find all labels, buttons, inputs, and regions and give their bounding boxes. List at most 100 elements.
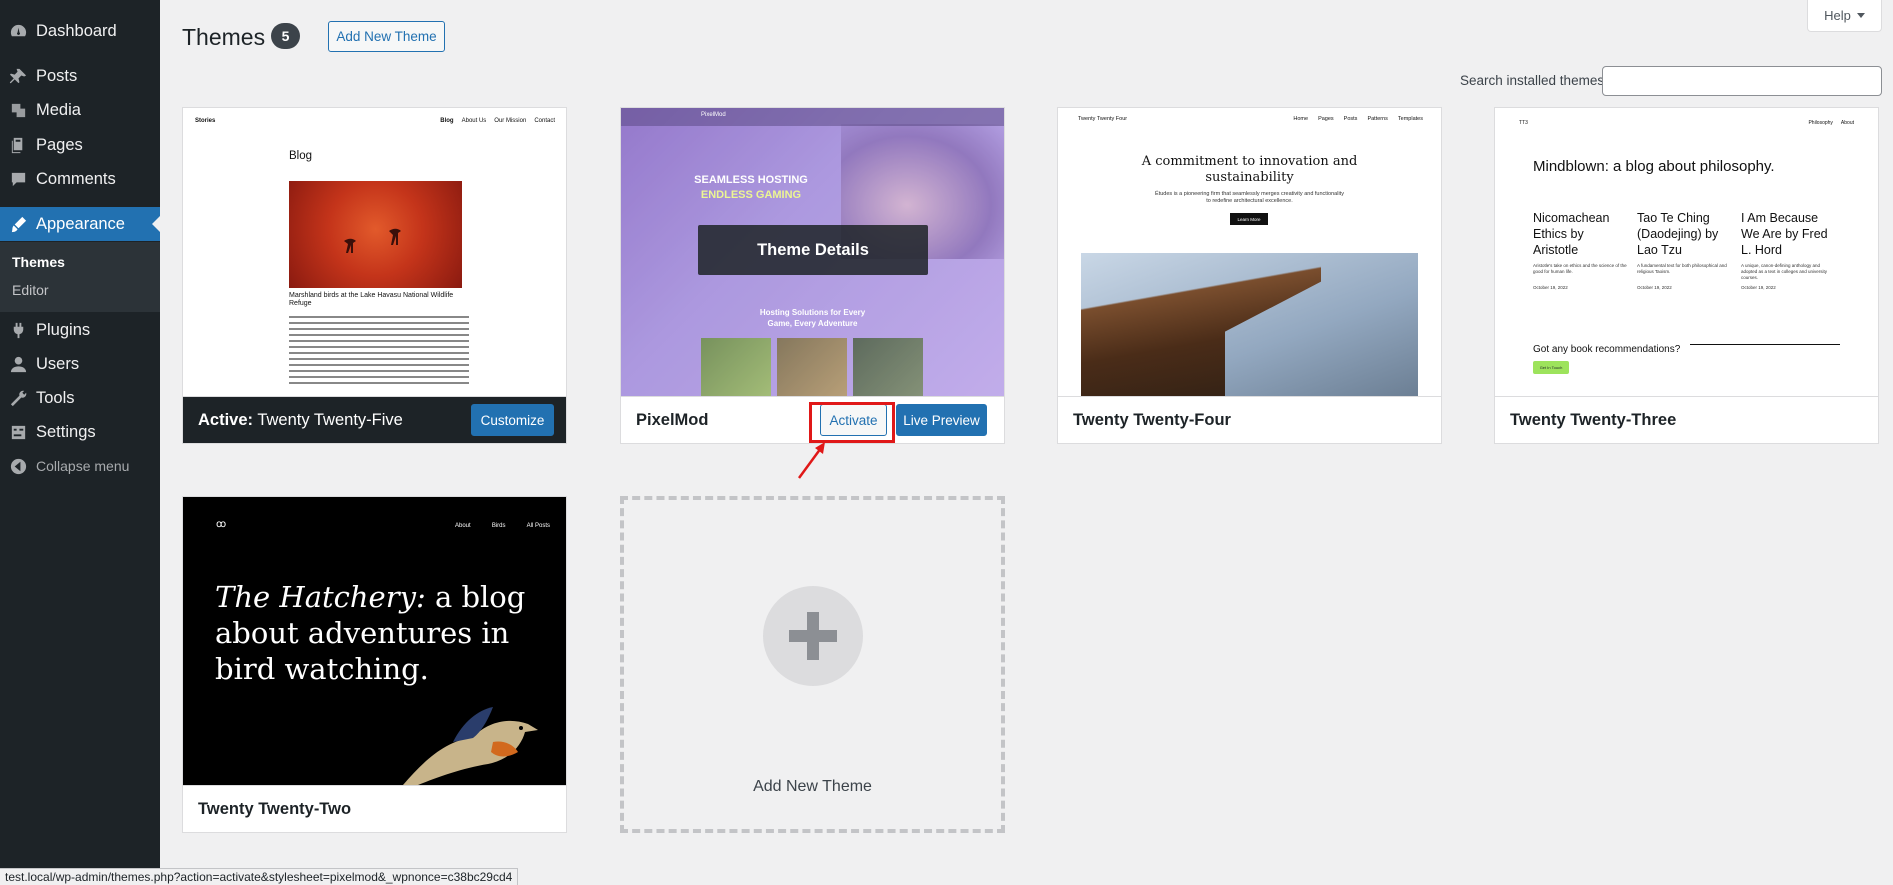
sidebar-item-label: Plugins bbox=[36, 320, 91, 339]
theme-screenshot[interactable]: PixelMod SEAMLESS HOSTING ENDLESS GAMING… bbox=[621, 108, 1004, 396]
sidebar-item-plugins[interactable]: Plugins bbox=[0, 313, 160, 347]
sidebar-item-tools[interactable]: Tools bbox=[0, 381, 160, 415]
theme-screenshot[interactable]: Stories Blog About Us Our Mission Contac… bbox=[183, 108, 566, 396]
theme-name: Active: Twenty Twenty-Five bbox=[198, 411, 403, 430]
add-new-theme-button[interactable]: Add New Theme bbox=[328, 21, 445, 52]
user-icon bbox=[8, 354, 28, 374]
bird-illustration-icon bbox=[403, 707, 538, 785]
preview-subtext: Études is a pioneering firm that seamles… bbox=[1155, 191, 1344, 204]
preview-nav-item: Patterns bbox=[1367, 116, 1388, 122]
preview-learn-more-button: Learn More bbox=[1230, 213, 1268, 225]
preview-building-photo bbox=[1081, 253, 1418, 396]
theme-name: Twenty Twenty-Three bbox=[1510, 410, 1677, 429]
preview-nav-item: About bbox=[455, 523, 471, 529]
pin-icon bbox=[8, 66, 28, 86]
preview-post-date: October 19, 2022 bbox=[1533, 285, 1568, 290]
preview-post-date: October 19, 2022 bbox=[1741, 285, 1776, 290]
brush-icon bbox=[8, 214, 28, 234]
settings-icon bbox=[8, 422, 28, 442]
sidebar-item-settings[interactable]: Settings bbox=[0, 415, 160, 449]
preview-bird-photo bbox=[289, 181, 462, 288]
wrench-icon bbox=[8, 388, 28, 408]
theme-name-text: Twenty Twenty-Five bbox=[257, 410, 403, 429]
sidebar-item-dashboard[interactable]: Dashboard bbox=[0, 14, 160, 48]
search-themes-input[interactable] bbox=[1602, 66, 1882, 96]
preview-post-excerpt: A fundamental text for both philosophica… bbox=[1637, 263, 1727, 274]
preview-nav-item: Pages bbox=[1318, 116, 1334, 122]
help-button[interactable]: Help bbox=[1807, 0, 1882, 32]
preview-headline: A commitment to innovation and sustainab… bbox=[1141, 154, 1358, 185]
add-new-theme-card[interactable]: Add New Theme bbox=[620, 496, 1005, 833]
theme-footer: Twenty Twenty-Four bbox=[1058, 396, 1441, 443]
collapse-menu-label: Collapse menu bbox=[36, 458, 130, 474]
theme-card-twenty-twenty-three[interactable]: TT3 Philosophy About Mindblown: a blog a… bbox=[1494, 107, 1879, 444]
search-label: Search installed themes bbox=[1460, 73, 1605, 88]
caret-down-icon bbox=[1856, 13, 1865, 18]
preview-nav: TT3 Philosophy About bbox=[1519, 120, 1854, 126]
sidebar-item-comments[interactable]: Comments bbox=[0, 162, 160, 196]
pages-icon bbox=[8, 135, 28, 155]
preview-body-text bbox=[289, 316, 469, 388]
sidebar-item-posts[interactable]: Posts bbox=[0, 59, 160, 93]
preview-heading: Mindblown: a blog about philosophy. bbox=[1533, 158, 1775, 175]
plugin-icon bbox=[8, 320, 28, 340]
sidebar-item-media[interactable]: Media bbox=[0, 93, 160, 127]
collapse-icon bbox=[8, 456, 28, 476]
sidebar-item-label: Dashboard bbox=[36, 21, 117, 40]
collapse-menu-button[interactable]: Collapse menu bbox=[0, 449, 160, 483]
preview-site-title: Twenty Twenty Four bbox=[1078, 116, 1128, 122]
theme-footer: Twenty Twenty-Two bbox=[183, 785, 566, 832]
customize-button[interactable]: Customize bbox=[471, 404, 554, 436]
submenu-item-themes[interactable]: Themes bbox=[12, 254, 65, 270]
theme-footer: Active: Twenty Twenty-Five Customize bbox=[183, 396, 566, 443]
sidebar-item-appearance[interactable]: Appearance bbox=[0, 207, 160, 241]
sidebar-item-label: Users bbox=[36, 354, 80, 373]
live-preview-button[interactable]: Live Preview bbox=[896, 404, 987, 436]
preview-nav-item: About Us bbox=[461, 118, 487, 124]
preview-nav-item: Blog bbox=[440, 118, 454, 124]
theme-card-twenty-twenty-four[interactable]: Twenty Twenty Four Home Pages Posts Patt… bbox=[1057, 107, 1442, 444]
sidebar-item-users[interactable]: Users bbox=[0, 347, 160, 381]
preview-post-title: I Am Because We Are by Fred L. Hord bbox=[1741, 211, 1828, 257]
preview-nav-item: All Posts bbox=[526, 523, 550, 529]
preview-post-title: Nicomachean Ethics by Aristotle bbox=[1533, 211, 1610, 257]
preview-nav-item: Contact bbox=[534, 118, 555, 124]
preview-nav: Twenty Twenty Four Home Pages Posts Patt… bbox=[1078, 116, 1423, 122]
theme-name: Twenty Twenty-Two bbox=[198, 799, 352, 818]
sidebar-item-label: Media bbox=[36, 100, 81, 119]
theme-card-twenty-twenty-two[interactable]: ꝏ About Birds All Posts The Hatchery: a … bbox=[182, 496, 567, 833]
birds-silhouette-icon bbox=[344, 228, 401, 253]
preview-nav: About Birds All Posts bbox=[455, 523, 550, 529]
theme-name: Twenty Twenty-Four bbox=[1073, 410, 1231, 429]
annotation-arrow-icon bbox=[797, 442, 825, 479]
theme-card-twenty-twenty-five[interactable]: Stories Blog About Us Our Mission Contac… bbox=[182, 107, 567, 444]
theme-name: PixelMod bbox=[636, 410, 709, 429]
preview-caption: Marshland birds at the Lake Havasu Natio… bbox=[289, 292, 454, 307]
add-new-theme-label: Add New Theme bbox=[753, 778, 872, 795]
sidebar-item-label: Appearance bbox=[36, 214, 125, 233]
help-label: Help bbox=[1824, 8, 1851, 23]
preview-heading: Blog bbox=[289, 150, 313, 162]
preview-contact-label: Get In Touch bbox=[1539, 365, 1563, 370]
active-prefix: Active: bbox=[198, 410, 254, 429]
theme-screenshot[interactable]: TT3 Philosophy About Mindblown: a blog a… bbox=[1495, 108, 1878, 396]
preview-nav-item: About bbox=[1840, 120, 1854, 126]
comment-icon bbox=[8, 169, 28, 189]
annotation-highlight-box bbox=[809, 402, 895, 443]
theme-screenshot[interactable]: ꝏ About Birds All Posts The Hatchery: a … bbox=[183, 497, 566, 785]
preview-site-title: Stories bbox=[195, 118, 216, 124]
submenu-item-editor[interactable]: Editor bbox=[12, 282, 49, 298]
preview-nav-item: Philosophy bbox=[1808, 120, 1833, 126]
media-icon bbox=[8, 100, 28, 120]
preview-logo: ꝏ bbox=[216, 519, 227, 530]
sidebar-item-pages[interactable]: Pages bbox=[0, 128, 160, 162]
sidebar-item-label: Comments bbox=[36, 169, 116, 188]
sidebar-item-label: Settings bbox=[36, 422, 96, 441]
preview-post-date: October 19, 2022 bbox=[1637, 285, 1672, 290]
theme-screenshot[interactable]: Twenty Twenty Four Home Pages Posts Patt… bbox=[1058, 108, 1441, 396]
theme-details-button[interactable]: Theme Details bbox=[698, 225, 928, 275]
browser-status-bar: test.local/wp-admin/themes.php?action=ac… bbox=[0, 868, 519, 885]
preview-nav: Stories Blog About Us Our Mission Contac… bbox=[195, 118, 555, 124]
preview-nav-item: Home bbox=[1293, 116, 1309, 122]
theme-card-pixelmod[interactable]: PixelMod SEAMLESS HOSTING ENDLESS GAMING… bbox=[620, 107, 1005, 444]
